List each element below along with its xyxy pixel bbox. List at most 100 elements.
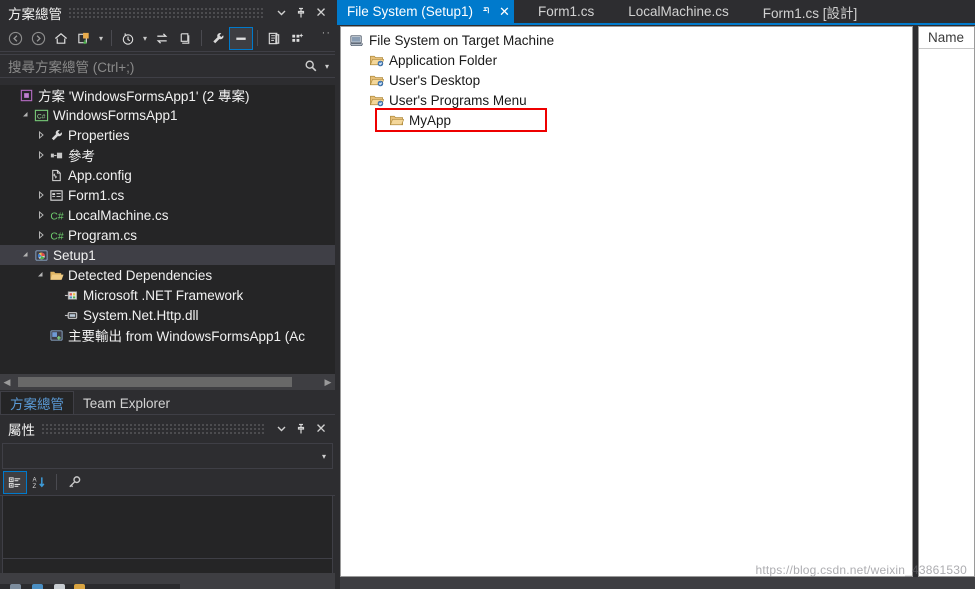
solution-tree-row-label: App.config xyxy=(68,168,132,183)
properties-title: 屬性 xyxy=(8,419,35,439)
properties-titlebar: 屬性 ✕ xyxy=(0,416,335,441)
solution-tree-row[interactable]: App.config xyxy=(0,165,335,185)
solution-tree-row[interactable]: 主要輸出 from WindowsFormsApp1 (Ac xyxy=(0,325,335,345)
categorized-view-icon[interactable] xyxy=(4,472,26,493)
expander-collapsed-icon[interactable] xyxy=(34,151,47,159)
solution-tree-row[interactable]: Properties xyxy=(0,125,335,145)
editor-bottom-scrollbar[interactable] xyxy=(340,577,975,589)
solution-tree-row[interactable]: Microsoft .NET Framework xyxy=(0,285,335,305)
solution-tree-row[interactable]: C#LocalMachine.cs xyxy=(0,205,335,225)
hscroll-right-arrow-icon[interactable]: ▶ xyxy=(321,374,335,390)
properties-wrench-icon[interactable] xyxy=(207,28,229,49)
solution-tree-row-label: Microsoft .NET Framework xyxy=(83,288,243,303)
editor-tab[interactable]: LocalMachine.cs xyxy=(618,0,739,23)
solution-tree-row-label: Detected Dependencies xyxy=(68,268,212,283)
solution-explorer-toolbar: ▾ ▾ ·· xyxy=(0,25,335,52)
solution-tree-row[interactable]: 參考 xyxy=(0,145,335,165)
editor-tab-pin-icon[interactable] xyxy=(481,5,492,19)
forward-icon[interactable] xyxy=(27,28,49,49)
properties-pin-icon[interactable] xyxy=(291,419,311,439)
expander-collapsed-icon[interactable] xyxy=(34,231,47,239)
home-icon[interactable] xyxy=(50,28,72,49)
editor-tab[interactable]: Form1.cs [設計] xyxy=(753,0,868,23)
solution-tree-row-label: 方案 'WindowsFormsApp1' (2 專案) xyxy=(38,85,249,105)
collapse-all-icon[interactable] xyxy=(230,28,252,49)
fs-tree-row-label: User's Desktop xyxy=(389,73,480,88)
taskbar-sliver xyxy=(0,584,180,589)
svg-text:Z: Z xyxy=(32,483,36,490)
hscroll-thumb[interactable] xyxy=(18,377,292,387)
alphabetical-sort-icon[interactable]: AZ xyxy=(28,472,50,493)
fs-tree-row[interactable]: MyApp xyxy=(341,110,912,130)
solution-tree-row[interactable]: System.Net.Http.dll xyxy=(0,305,335,325)
search-icon[interactable] xyxy=(301,59,321,73)
expander-expanded-icon[interactable] xyxy=(19,251,32,259)
properties-close-icon[interactable]: ✕ xyxy=(311,419,331,439)
solution-tree-row-label: System.Net.Http.dll xyxy=(83,308,199,323)
properties-grid[interactable] xyxy=(2,496,333,559)
refresh-icon[interactable] xyxy=(174,28,196,49)
dll-icon xyxy=(62,308,80,323)
file-system-tree[interactable]: File System on Target Machine Application… xyxy=(341,27,912,130)
editor-tab-close-icon[interactable]: ✕ xyxy=(499,4,510,20)
expander-collapsed-icon[interactable] xyxy=(34,191,47,199)
fs-tree-row[interactable]: File System on Target Machine xyxy=(341,30,912,50)
solution-tree-row[interactable]: C#WindowsFormsApp1 xyxy=(0,105,335,125)
history-icon[interactable] xyxy=(117,28,139,49)
hscroll-track[interactable] xyxy=(14,374,321,390)
solution-tree-row[interactable]: Form1.cs xyxy=(0,185,335,205)
editor-tab[interactable]: File System (Setup1)✕ xyxy=(337,0,514,23)
special-folder-icon xyxy=(367,73,385,88)
solution-tree-row-label: Properties xyxy=(68,128,130,143)
pending-changes-icon[interactable] xyxy=(73,28,95,49)
pending-changes-caret-icon[interactable]: ▾ xyxy=(96,28,106,49)
file-system-contents-pane[interactable]: Name xyxy=(918,26,975,577)
solution-explorer-search-box[interactable]: 搜尋方案總管 (Ctrl+;) ▾ xyxy=(0,54,335,78)
special-folder-icon xyxy=(367,53,385,68)
solution-tree-row[interactable]: Detected Dependencies xyxy=(0,265,335,285)
fs-tree-row-label: MyApp xyxy=(409,113,451,128)
expander-expanded-icon[interactable] xyxy=(19,111,32,119)
solution-icon xyxy=(17,88,35,103)
solution-explorer-hscrollbar[interactable]: ◀ ▶ xyxy=(0,374,335,390)
solution-explorer-dropdown-icon[interactable] xyxy=(271,3,291,23)
dock-tab[interactable]: 方案總管 xyxy=(0,391,74,414)
editor-tab-strip[interactable]: File System (Setup1)✕ Form1.cs LocalMachin… xyxy=(337,0,975,23)
toolbar-overflow-icon[interactable]: ·· xyxy=(322,27,331,39)
fs-tree-row[interactable]: User's Desktop xyxy=(341,70,912,90)
property-pages-key-icon[interactable] xyxy=(63,472,85,493)
properties-dropdown-icon[interactable] xyxy=(271,419,291,439)
expander-expanded-icon[interactable] xyxy=(34,271,47,279)
file-system-tree-pane[interactable]: File System on Target Machine Application… xyxy=(340,26,913,577)
properties-object-selector[interactable]: ▾ xyxy=(2,443,333,469)
sync-with-active-document-icon[interactable] xyxy=(151,28,173,49)
expander-collapsed-icon[interactable] xyxy=(34,131,47,139)
solution-explorer-tree[interactable]: 方案 'WindowsFormsApp1' (2 專案)C#WindowsFor… xyxy=(0,85,335,374)
back-icon[interactable] xyxy=(4,28,26,49)
search-options-caret-icon[interactable]: ▾ xyxy=(321,62,333,71)
properties-object-caret-icon[interactable]: ▾ xyxy=(322,452,326,461)
solution-explorer-pin-icon[interactable] xyxy=(291,3,311,23)
fs-tree-row[interactable]: Application Folder xyxy=(341,50,912,70)
editor-tab[interactable]: Form1.cs xyxy=(528,0,604,23)
toolbar-separator-3 xyxy=(257,30,258,46)
dock-tab[interactable]: Team Explorer xyxy=(74,392,179,414)
show-all-files-icon[interactable] xyxy=(263,28,285,49)
solution-tree-row[interactable]: 方案 'WindowsFormsApp1' (2 專案) xyxy=(0,85,335,105)
solution-explorer-close-icon[interactable]: ✕ xyxy=(311,3,331,23)
dock-tab-strip[interactable]: 方案總管Team Explorer xyxy=(0,390,335,415)
solution-tree-row[interactable]: C#Program.cs xyxy=(0,225,335,245)
properties-wrench-icon xyxy=(47,128,65,143)
fs-tree-row[interactable]: User's Programs Menu xyxy=(341,90,912,110)
editor-tab-label: Form1.cs xyxy=(538,4,594,19)
form-icon xyxy=(47,188,65,203)
hscroll-left-arrow-icon[interactable]: ◀ xyxy=(0,374,14,390)
history-caret-icon[interactable]: ▾ xyxy=(140,28,150,49)
contents-column-header-name[interactable]: Name xyxy=(919,27,974,49)
fs-tree-row-label: File System on Target Machine xyxy=(369,33,554,48)
search-input-placeholder[interactable]: 搜尋方案總管 (Ctrl+;) xyxy=(8,56,301,76)
expander-collapsed-icon[interactable] xyxy=(34,211,47,219)
view-designer-icon[interactable] xyxy=(286,28,308,49)
solution-tree-row-label: 參考 xyxy=(68,145,95,165)
solution-tree-row[interactable]: Setup1 xyxy=(0,245,335,265)
